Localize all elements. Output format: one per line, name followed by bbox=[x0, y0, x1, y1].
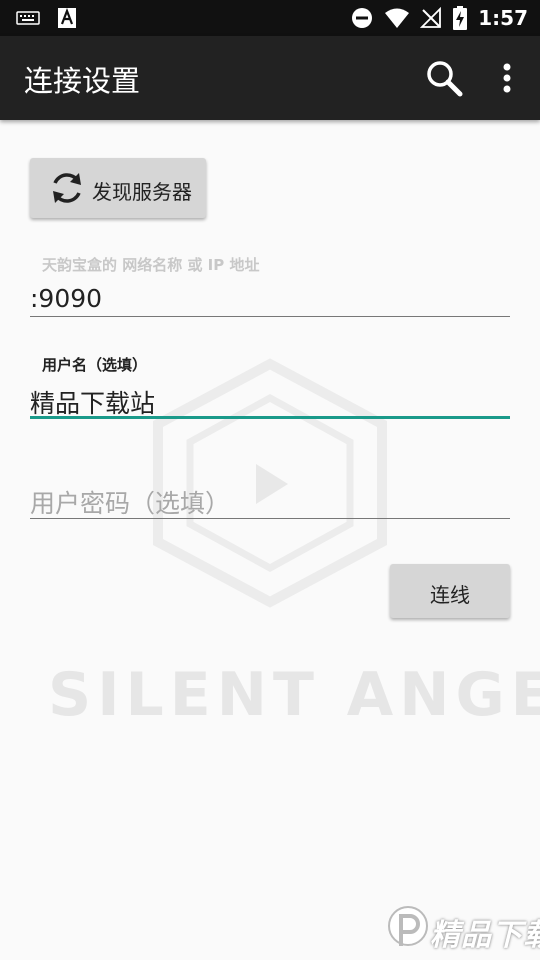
more-vert-icon bbox=[503, 63, 511, 93]
text-a-icon bbox=[58, 8, 76, 28]
more-options-button[interactable] bbox=[492, 58, 522, 98]
connection-settings-screen: 1:57 连接设置 SILENT ANGEL bbox=[0, 0, 540, 960]
wifi-icon bbox=[385, 8, 410, 28]
watermark-logo-icon bbox=[153, 358, 387, 608]
page-title: 连接设置 bbox=[24, 64, 141, 98]
keyboard-icon bbox=[16, 11, 40, 25]
username-field-underline bbox=[30, 416, 510, 419]
corner-watermark-badge: 精品下载 bbox=[386, 900, 540, 960]
status-bar: 1:57 bbox=[0, 0, 540, 36]
app-bar: 连接设置 bbox=[0, 36, 540, 120]
search-button[interactable] bbox=[424, 58, 464, 98]
server-field-underline bbox=[30, 316, 510, 317]
status-time: 1:57 bbox=[478, 6, 528, 30]
username-input[interactable]: 精品下载站 bbox=[30, 384, 155, 420]
server-address-input[interactable]: :9090 bbox=[30, 284, 102, 313]
status-right: 1:57 bbox=[350, 6, 528, 30]
search-icon bbox=[427, 61, 463, 97]
badge-p-logo-icon bbox=[388, 906, 428, 946]
discover-server-label: 发现服务器 bbox=[92, 180, 192, 204]
do-not-disturb-icon bbox=[352, 8, 373, 28]
discover-server-button[interactable]: 发现服务器 bbox=[30, 158, 206, 218]
username-field-label: 用户名（选填） bbox=[42, 356, 148, 374]
battery-charging-icon bbox=[453, 6, 468, 30]
corner-badge-text: 精品下载 bbox=[430, 918, 540, 953]
connect-button-label: 连线 bbox=[430, 583, 470, 607]
server-field-label: 天韵宝盒的 网络名称 或 IP 地址 bbox=[42, 256, 260, 274]
no-signal-icon bbox=[420, 7, 442, 28]
password-field-underline bbox=[30, 518, 510, 519]
status-left bbox=[16, 8, 76, 28]
refresh-icon bbox=[53, 173, 81, 203]
connect-button[interactable]: 连线 bbox=[390, 564, 510, 618]
watermark-text: SILENT ANGEL bbox=[48, 660, 540, 730]
password-input[interactable]: 用户密码（选填） bbox=[30, 484, 230, 520]
